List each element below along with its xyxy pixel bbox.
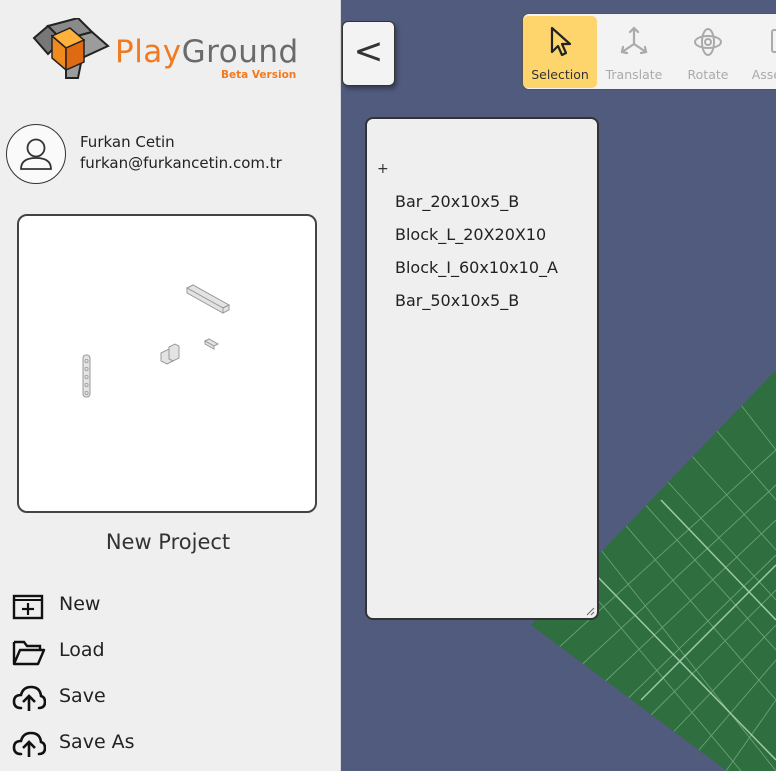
- collapse-sidebar-button[interactable]: <: [342, 21, 395, 86]
- tool-assemble[interactable]: Assemble: [745, 16, 776, 88]
- tool-translate-label: Translate: [605, 67, 663, 82]
- user-icon: [20, 138, 52, 170]
- save-as-button[interactable]: Save As: [12, 726, 312, 760]
- tool-assemble-label: Assemble: [751, 67, 776, 82]
- cloud-upload-icon: [12, 685, 46, 711]
- beta-badge: Beta Version: [221, 69, 297, 81]
- save-label: Save: [59, 685, 106, 707]
- load-button[interactable]: Load: [12, 634, 312, 668]
- tool-toolbar: Selection Translate Rotate Ass: [522, 13, 776, 90]
- load-label: Load: [59, 639, 105, 661]
- new-file-icon: [12, 594, 44, 620]
- save-button[interactable]: Save: [12, 680, 312, 714]
- part-item[interactable]: Block_I_60x10x10_A: [395, 258, 558, 277]
- part-item[interactable]: Bar_20x10x5_B: [395, 192, 519, 211]
- parts-list-panel: + Bar_20x10x5_B Block_L_20X20X10 Block_I…: [365, 117, 599, 620]
- part-item[interactable]: Block_L_20X20X10: [395, 225, 546, 244]
- resize-grip-icon[interactable]: [585, 606, 595, 616]
- user-profile: Furkan Cetin furkan@furkancetin.com.tr: [6, 124, 336, 184]
- avatar[interactable]: [6, 124, 66, 184]
- app-logo: PlayGround Beta Version: [30, 18, 300, 88]
- part-item[interactable]: Bar_50x10x5_B: [395, 291, 519, 310]
- assemble-icon: [771, 29, 776, 53]
- user-email: furkan@furkancetin.com.tr: [80, 154, 282, 172]
- new-button[interactable]: New: [12, 588, 312, 622]
- cursor-icon: [550, 26, 572, 57]
- preview-thumbnail: [82, 284, 231, 398]
- tool-rotate[interactable]: Rotate: [671, 16, 745, 88]
- project-title: New Project: [105, 530, 231, 554]
- tool-translate[interactable]: Translate: [597, 16, 671, 88]
- sidebar: PlayGround Beta Version Furkan Cetin fur…: [0, 0, 341, 771]
- save-as-label: Save As: [59, 731, 135, 753]
- tool-selection-label: Selection: [531, 67, 589, 82]
- translate-axes-icon: [620, 26, 648, 55]
- app-name: PlayGround: [115, 34, 299, 70]
- tool-selection[interactable]: Selection: [523, 16, 597, 88]
- rotate-icon: [694, 28, 722, 56]
- user-name: Furkan Cetin: [80, 133, 175, 151]
- folder-open-icon: [12, 640, 46, 666]
- tool-rotate-label: Rotate: [687, 67, 729, 82]
- project-preview[interactable]: [17, 214, 317, 513]
- cloud-upload-icon: [12, 731, 46, 757]
- new-label: New: [59, 593, 101, 615]
- cube-logo-icon: [32, 18, 110, 79]
- add-part-button[interactable]: +: [377, 161, 389, 177]
